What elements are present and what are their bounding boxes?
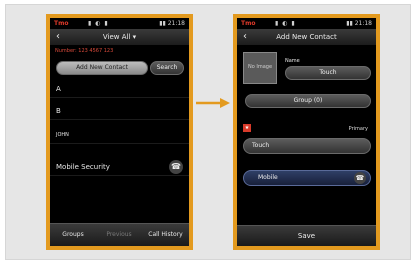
- carrier-label: Tmo: [241, 20, 256, 27]
- status-icons: ▮ ◐ ▮: [88, 20, 109, 27]
- call-icon[interactable]: ☎: [354, 172, 366, 184]
- tab-groups[interactable]: Groups: [50, 224, 96, 246]
- status-time: ▮▮ 21:18: [159, 20, 185, 27]
- call-icon[interactable]: ☎: [169, 160, 183, 174]
- carrier-label: Tmo: [54, 20, 69, 27]
- list-item[interactable]: JOHN: [50, 126, 189, 144]
- status-time: ▮▮ 21:18: [346, 20, 372, 27]
- group-button[interactable]: Group (0): [245, 94, 371, 108]
- add-new-contact-button[interactable]: Add New Contact: [56, 61, 148, 75]
- number-subline: Number: 123 4567 123: [55, 48, 114, 54]
- list-item[interactable]: A: [50, 80, 189, 98]
- mobile-type-label: Mobile: [258, 174, 278, 181]
- page-title: Add New Contact: [276, 33, 337, 41]
- save-button[interactable]: Save: [237, 225, 376, 246]
- list-item-label: Mobile Security: [56, 163, 110, 171]
- list-item[interactable]: Mobile Security ☎: [50, 158, 189, 176]
- bottom-tab-bar: Groups Previous Call History: [50, 223, 189, 246]
- list-item-label: JOHN: [56, 132, 69, 138]
- photo-label: No Image: [247, 64, 273, 70]
- contact-photo-placeholder[interactable]: No Image: [243, 52, 277, 84]
- status-bar: Tmo ▮ ◐ ▮ ▮▮ 21:18: [237, 18, 376, 29]
- arrow-right-icon: [196, 98, 230, 108]
- favorite-toggle[interactable]: ★: [243, 124, 251, 132]
- tab-previous[interactable]: Previous: [96, 224, 142, 246]
- list-item[interactable]: B: [50, 102, 189, 120]
- right-phone-screen: Tmo ▮ ◐ ▮ ▮▮ 21:18 ‹ Add New Contact No …: [233, 14, 380, 250]
- title-bar: ‹ View All ▾: [50, 29, 189, 45]
- name-field[interactable]: Touch: [285, 66, 371, 80]
- phone-type-select[interactable]: Mobile ☎: [243, 170, 371, 186]
- status-icons: ▮ ◐ ▮: [275, 20, 296, 27]
- left-phone-screen: Tmo ▮ ◐ ▮ ▮▮ 21:18 ‹ View All ▾ Number: …: [46, 14, 193, 250]
- tab-call-history[interactable]: Call History: [142, 224, 189, 246]
- list-item-label: B: [56, 107, 61, 115]
- search-button[interactable]: Search: [150, 61, 184, 75]
- status-bar: Tmo ▮ ◐ ▮ ▮▮ 21:18: [50, 18, 189, 29]
- phone-number-field[interactable]: Touch: [243, 138, 371, 154]
- list-item-label: A: [56, 85, 61, 93]
- primary-label: Primary: [348, 126, 368, 132]
- title-bar: ‹ Add New Contact: [237, 29, 376, 45]
- name-label: Name: [285, 58, 300, 64]
- page-title[interactable]: View All ▾: [50, 29, 189, 45]
